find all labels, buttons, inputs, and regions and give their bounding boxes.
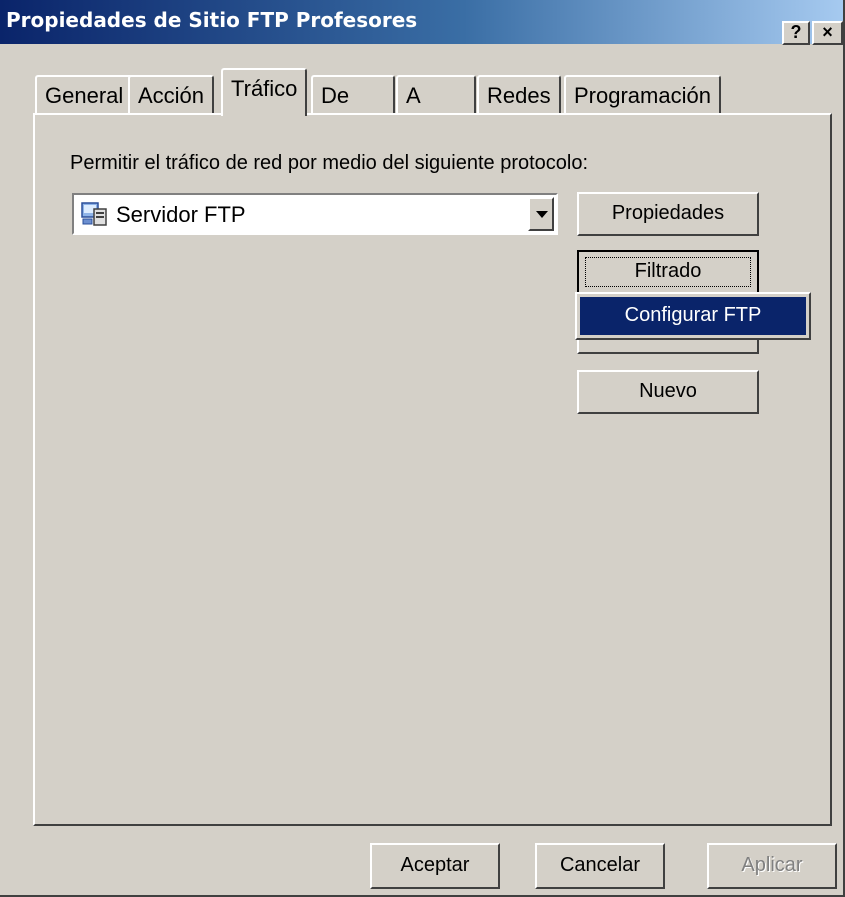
dialog-window: Propiedades de Sitio FTP Profesores ? × … bbox=[0, 0, 845, 897]
filter-context-menu: Configurar FTP bbox=[575, 292, 811, 340]
tab-trafico[interactable]: Tráfico bbox=[221, 68, 308, 116]
properties-button[interactable]: Propiedades bbox=[577, 192, 759, 236]
new-button[interactable]: Nuevo bbox=[577, 370, 759, 414]
protocol-dropdown-value: Servidor FTP bbox=[116, 202, 246, 227]
tab-general[interactable]: General bbox=[35, 75, 134, 115]
filter-button[interactable]: Filtrado bbox=[577, 250, 759, 294]
tab-redes[interactable]: Redes bbox=[477, 75, 561, 115]
ok-button[interactable]: Aceptar bbox=[370, 843, 500, 889]
help-button[interactable]: ? bbox=[782, 21, 810, 45]
title-bar[interactable]: Propiedades de Sitio FTP Profesores ? × bbox=[0, 0, 843, 45]
ftp-server-icon bbox=[80, 201, 108, 227]
apply-button-label: Aplicar bbox=[741, 854, 803, 876]
protocol-prompt-label: Permitir el tráfico de red por medio del… bbox=[70, 152, 589, 174]
tab-accion[interactable]: Acción bbox=[128, 75, 215, 115]
filter-button-label: Filtrado bbox=[585, 257, 751, 287]
ok-button-label: Aceptar bbox=[400, 854, 470, 876]
window-title: Propiedades de Sitio FTP Profesores bbox=[6, 8, 418, 32]
close-button[interactable]: × bbox=[812, 21, 843, 45]
tab-a[interactable]: A bbox=[396, 75, 476, 115]
new-button-label: Nuevo bbox=[639, 380, 697, 402]
chevron-down-icon[interactable] bbox=[528, 197, 554, 231]
tab-de[interactable]: De bbox=[311, 75, 395, 115]
cancel-button-label: Cancelar bbox=[559, 854, 641, 876]
menu-item-configure-ftp[interactable]: Configurar FTP bbox=[580, 297, 806, 335]
cancel-button[interactable]: Cancelar bbox=[535, 843, 665, 889]
apply-button[interactable]: Aplicar bbox=[707, 843, 837, 889]
protocol-dropdown[interactable]: Servidor FTP bbox=[72, 193, 558, 235]
tab-programacion[interactable]: Programación bbox=[564, 75, 721, 115]
properties-button-label: Propiedades bbox=[611, 202, 725, 224]
